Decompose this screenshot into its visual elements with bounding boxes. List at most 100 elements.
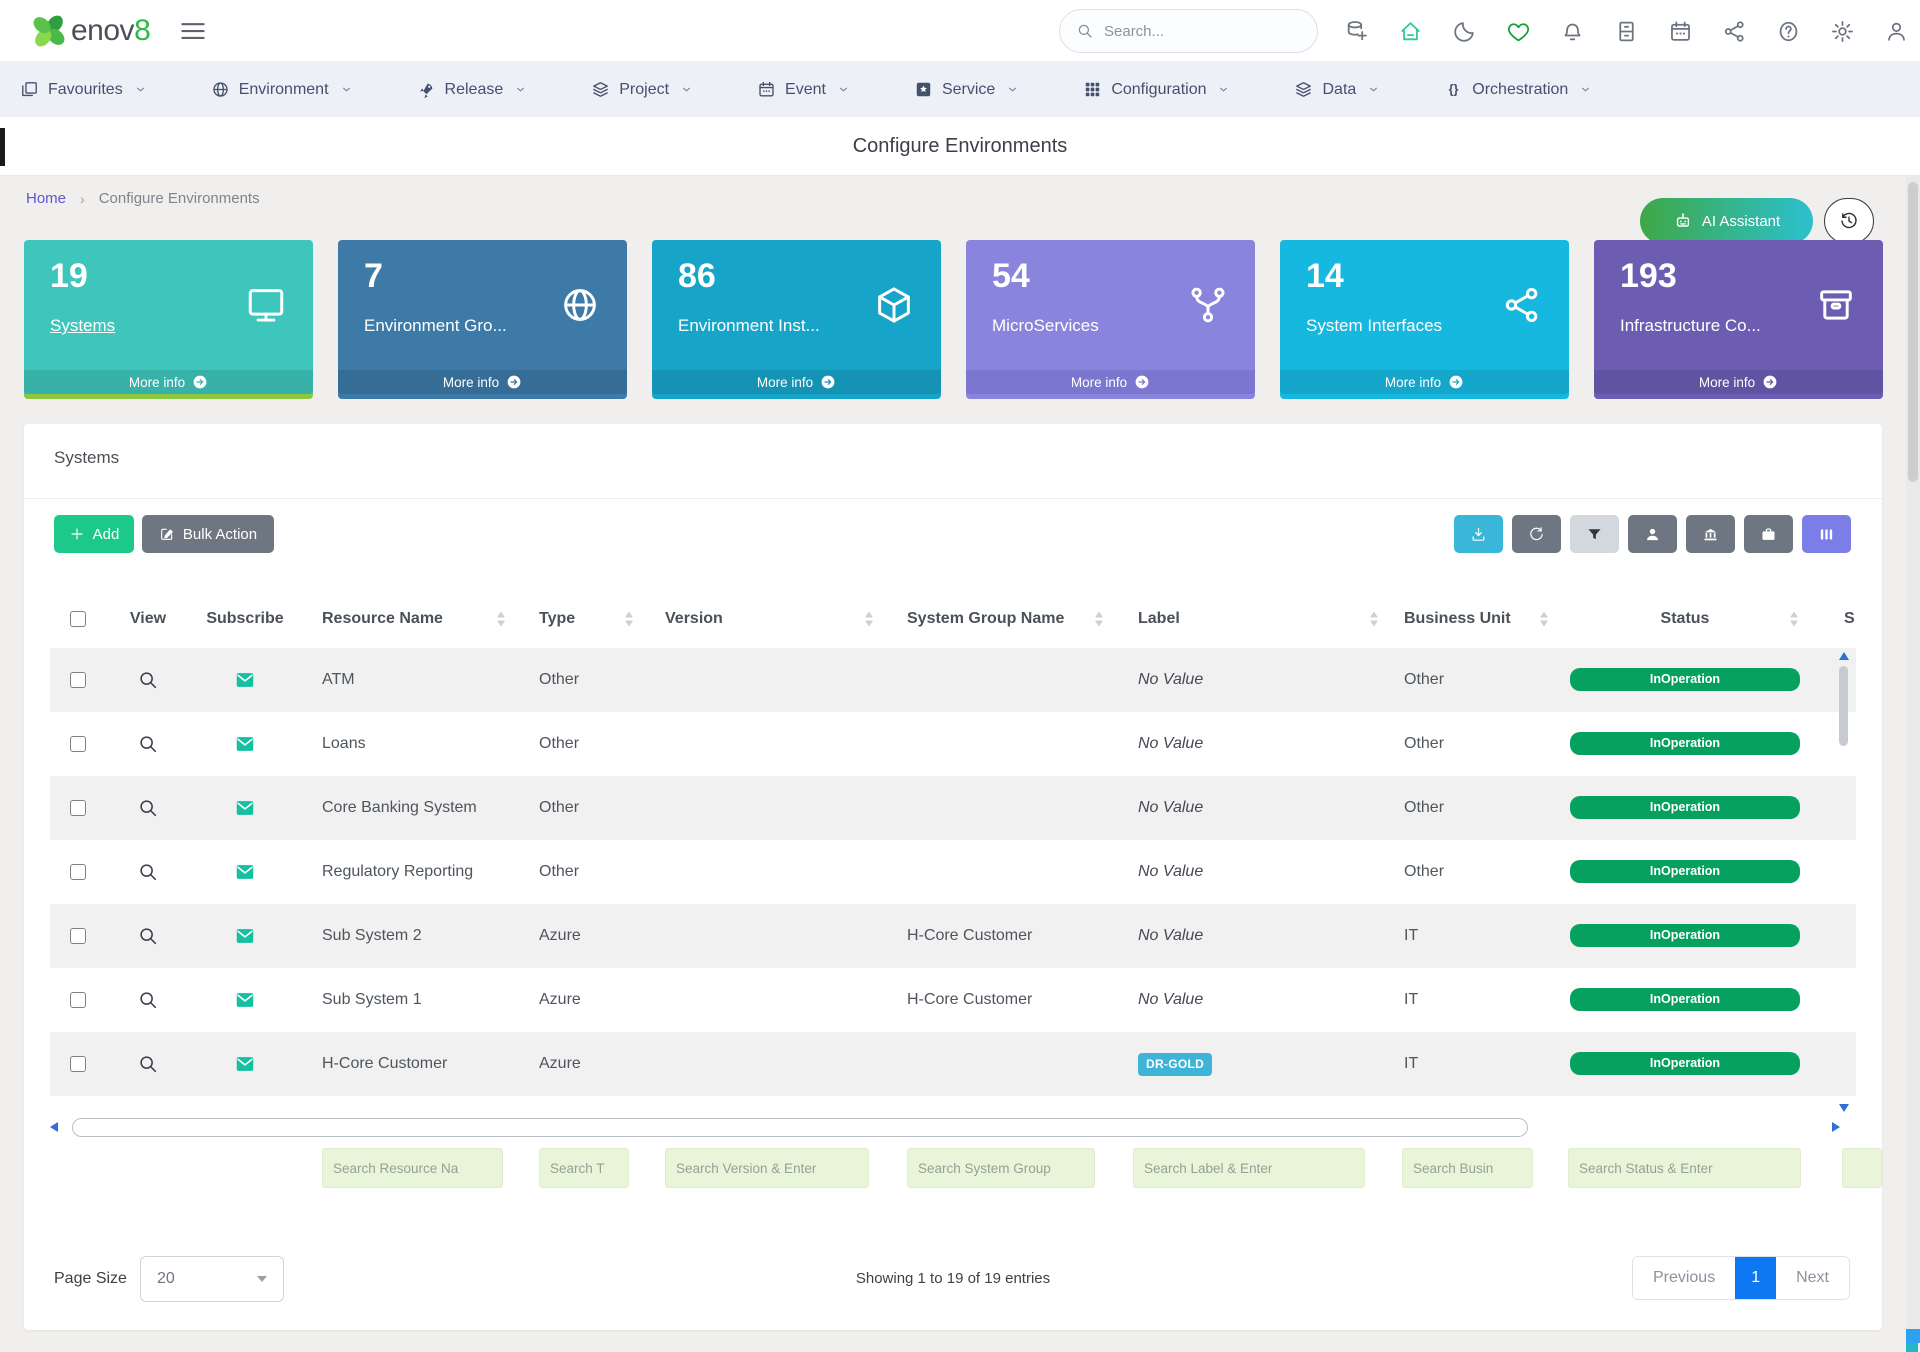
sort-icon[interactable] bbox=[865, 612, 873, 627]
refresh-button[interactable] bbox=[1512, 515, 1561, 553]
filter-button[interactable] bbox=[1570, 515, 1619, 553]
page-1-button[interactable]: 1 bbox=[1735, 1257, 1776, 1299]
column-header-type[interactable]: Type bbox=[517, 590, 645, 648]
column-search-input[interactable] bbox=[907, 1148, 1095, 1188]
sort-icon[interactable] bbox=[1790, 612, 1798, 627]
records-icon[interactable] bbox=[1614, 19, 1639, 44]
sort-icon[interactable] bbox=[1540, 612, 1548, 627]
sort-icon[interactable] bbox=[497, 612, 505, 627]
more-info-link[interactable]: More info bbox=[652, 370, 941, 394]
view-icon[interactable] bbox=[137, 669, 159, 691]
nav-environment[interactable]: Environment bbox=[211, 80, 353, 99]
search-input[interactable] bbox=[1104, 23, 1294, 40]
data-source-add-icon[interactable] bbox=[1344, 19, 1369, 44]
subscribe-envelope-icon[interactable] bbox=[234, 669, 256, 691]
table-row[interactable]: Regulatory ReportingOtherNo ValueOtherIn… bbox=[50, 840, 1856, 904]
nav-event[interactable]: Event bbox=[757, 80, 850, 99]
row-checkbox[interactable] bbox=[70, 736, 86, 752]
stat-card-microservices[interactable]: 54MicroServicesMore info bbox=[966, 240, 1255, 399]
view-icon[interactable] bbox=[137, 989, 159, 1011]
scroll-down-icon[interactable] bbox=[1839, 1104, 1849, 1112]
history-button[interactable] bbox=[1824, 198, 1874, 244]
nav-data[interactable]: Data bbox=[1294, 80, 1380, 99]
view-icon[interactable] bbox=[137, 861, 159, 883]
view-icon[interactable] bbox=[137, 1053, 159, 1075]
column-header-label[interactable]: Label bbox=[1115, 590, 1390, 648]
nav-project[interactable]: Project bbox=[591, 80, 693, 99]
favourites-heart-icon[interactable] bbox=[1506, 19, 1531, 44]
scroll-left-icon[interactable] bbox=[50, 1122, 58, 1132]
stat-card-environment-gro[interactable]: 7Environment Gro...More info bbox=[338, 240, 627, 399]
share-icon[interactable] bbox=[1722, 19, 1747, 44]
column-header-business-unit[interactable]: Business Unit bbox=[1390, 590, 1560, 648]
column-search-input[interactable] bbox=[322, 1148, 503, 1188]
table-row[interactable]: Sub System 1AzureH-Core CustomerNo Value… bbox=[50, 968, 1856, 1032]
column-search-input[interactable] bbox=[665, 1148, 869, 1188]
more-info-link[interactable]: More info bbox=[24, 370, 313, 394]
nav-favourites[interactable]: Favourites bbox=[20, 80, 147, 99]
column-header-system-group-name[interactable]: System Group Name bbox=[885, 590, 1115, 648]
stat-card-system-interfaces[interactable]: 14System InterfacesMore info bbox=[1280, 240, 1569, 399]
profile-icon[interactable] bbox=[1884, 19, 1909, 44]
more-info-link[interactable]: More info bbox=[1594, 370, 1883, 394]
nav-orchestration[interactable]: {}Orchestration bbox=[1444, 80, 1592, 99]
user-view-button[interactable] bbox=[1628, 515, 1677, 553]
table-row[interactable]: Sub System 2AzureH-Core CustomerNo Value… bbox=[50, 904, 1856, 968]
column-search-input[interactable] bbox=[1842, 1148, 1882, 1188]
subscribe-envelope-icon[interactable] bbox=[234, 797, 256, 819]
add-button[interactable]: Add bbox=[54, 515, 134, 553]
select-all-checkbox[interactable] bbox=[70, 611, 86, 627]
sort-icon[interactable] bbox=[1095, 612, 1103, 627]
column-search-input[interactable] bbox=[1402, 1148, 1533, 1188]
row-checkbox[interactable] bbox=[70, 864, 86, 880]
column-search-input[interactable] bbox=[539, 1148, 629, 1188]
horizontal-scrollbar[interactable] bbox=[50, 1118, 1840, 1142]
nav-service[interactable]: Service bbox=[914, 80, 1019, 99]
more-info-link[interactable]: More info bbox=[966, 370, 1255, 394]
column-header-resource-name[interactable]: Resource Name bbox=[300, 590, 517, 648]
subscribe-envelope-icon[interactable] bbox=[234, 733, 256, 755]
bulk-action-button[interactable]: Bulk Action bbox=[142, 515, 274, 553]
more-info-link[interactable]: More info bbox=[338, 370, 627, 394]
home-icon[interactable] bbox=[1398, 19, 1423, 44]
column-header-status[interactable]: Status bbox=[1560, 590, 1810, 648]
business-view-button[interactable] bbox=[1686, 515, 1735, 553]
view-icon[interactable] bbox=[137, 797, 159, 819]
table-row[interactable]: Core Banking SystemOtherNo ValueOtherInO… bbox=[50, 776, 1856, 840]
nav-configuration[interactable]: Configuration bbox=[1083, 80, 1230, 99]
notifications-icon[interactable] bbox=[1560, 19, 1585, 44]
subscribe-envelope-icon[interactable] bbox=[234, 989, 256, 1011]
table-row[interactable]: H-Core CustomerAzureDR-GOLDITInOperation bbox=[50, 1032, 1856, 1096]
ai-assistant-button[interactable]: AI Assistant bbox=[1640, 198, 1813, 244]
columns-button[interactable] bbox=[1802, 515, 1851, 553]
column-search-input[interactable] bbox=[1568, 1148, 1801, 1188]
subscribe-envelope-icon[interactable] bbox=[234, 861, 256, 883]
vertical-scroll-thumb[interactable] bbox=[1839, 666, 1848, 746]
previous-page-button[interactable]: Previous bbox=[1633, 1257, 1735, 1299]
nav-release[interactable]: Release bbox=[417, 80, 528, 99]
column-search-input[interactable] bbox=[1133, 1148, 1365, 1188]
table-row[interactable]: ATMOtherNo ValueOtherInOperation bbox=[50, 648, 1856, 712]
stat-card-infrastructure-co[interactable]: 193Infrastructure Co...More info bbox=[1594, 240, 1883, 399]
view-icon[interactable] bbox=[137, 733, 159, 755]
dark-mode-icon[interactable] bbox=[1452, 19, 1477, 44]
settings-icon[interactable] bbox=[1830, 19, 1855, 44]
vertical-scrollbar[interactable] bbox=[1836, 650, 1852, 1114]
table-row-partial[interactable] bbox=[50, 1096, 1856, 1112]
next-page-button[interactable]: Next bbox=[1776, 1257, 1849, 1299]
export-button[interactable] bbox=[1454, 515, 1503, 553]
table-row[interactable]: LoansOtherNo ValueOtherInOperation bbox=[50, 712, 1856, 776]
row-checkbox[interactable] bbox=[70, 1056, 86, 1072]
enov8-logo[interactable]: enov8 bbox=[30, 12, 150, 50]
view-icon[interactable] bbox=[137, 925, 159, 947]
row-checkbox[interactable] bbox=[70, 672, 86, 688]
portfolio-view-button[interactable] bbox=[1744, 515, 1793, 553]
row-checkbox[interactable] bbox=[70, 800, 86, 816]
column-header-version[interactable]: Version bbox=[645, 590, 885, 648]
subscribe-envelope-icon[interactable] bbox=[234, 1053, 256, 1075]
page-scrollbar[interactable] bbox=[1906, 176, 1920, 1330]
scroll-right-icon[interactable] bbox=[1832, 1122, 1840, 1132]
sort-icon[interactable] bbox=[1370, 612, 1378, 627]
row-checkbox[interactable] bbox=[70, 992, 86, 1008]
breadcrumb-home-link[interactable]: Home bbox=[26, 190, 66, 207]
